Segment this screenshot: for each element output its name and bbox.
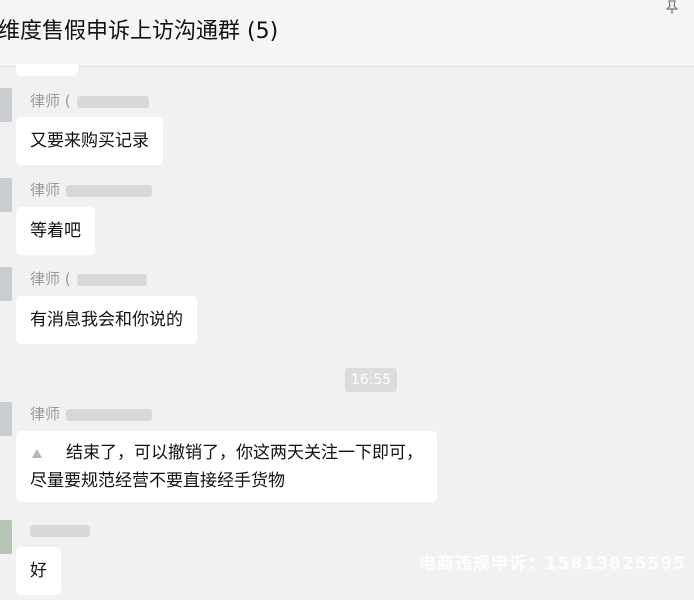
chat-title: 维度售假申诉上访沟通群 (5)	[0, 19, 279, 44]
avatar[interactable]	[0, 178, 12, 212]
sender-name: 律师 (	[30, 268, 147, 289]
message-line: 尽量要规范经营不要直接经手货物	[30, 471, 285, 491]
avatar[interactable]	[0, 402, 12, 436]
pin-icon[interactable]	[666, 0, 678, 14]
message-bubble[interactable]: 好	[16, 547, 61, 595]
chat-header: 维度售假申诉上访沟通群 (5)	[0, 0, 694, 67]
partial-message-bubble	[16, 64, 78, 76]
sender-name: 律师	[30, 179, 153, 200]
sender-name: 律师 (	[30, 90, 149, 111]
message-bubble[interactable]: 又要来购买记录	[16, 117, 163, 165]
watermark: 电商违规申诉：15813825595	[418, 554, 686, 574]
emoji-icon	[32, 449, 42, 458]
message-bubble[interactable]: 等着吧	[16, 207, 95, 255]
avatar[interactable]	[0, 267, 12, 301]
message-bubble[interactable]: 有消息我会和你说的	[16, 296, 197, 344]
time-divider: 16:55	[345, 368, 397, 392]
message-bubble[interactable]: 结束了，可以撤销了，你这两天关注一下即可， 尽量要规范经营不要直接经手货物	[16, 431, 437, 502]
sender-name: 律师	[30, 403, 153, 424]
avatar[interactable]	[0, 520, 12, 554]
sender-name	[30, 521, 90, 539]
message-line: 结束了，可以撤销了，你这两天关注一下即可，	[30, 439, 423, 467]
avatar[interactable]	[0, 88, 12, 122]
